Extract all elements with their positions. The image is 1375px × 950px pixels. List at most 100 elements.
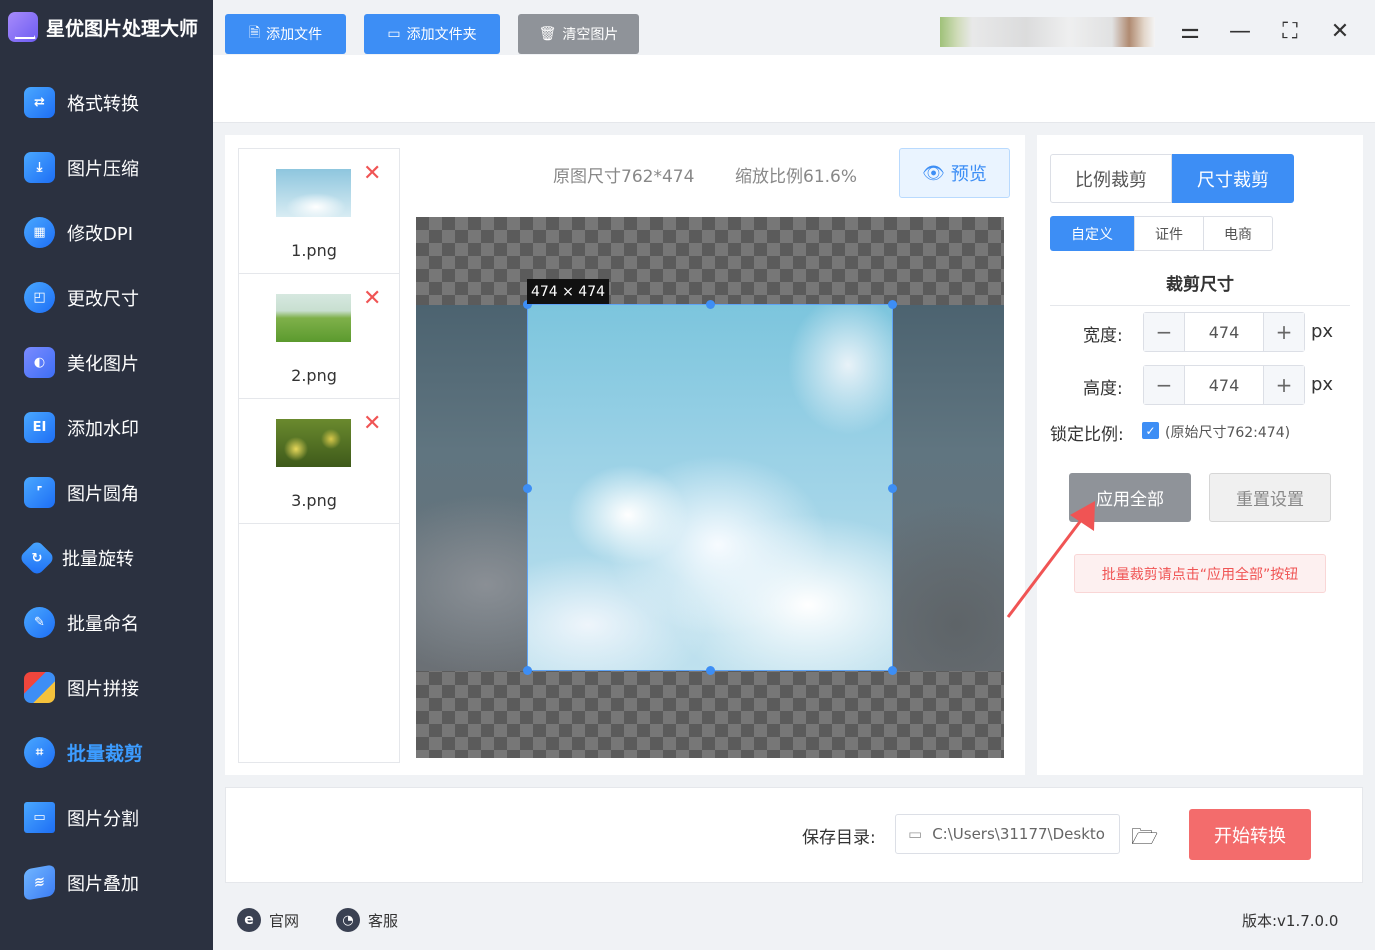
- tab-size-crop[interactable]: 尺寸裁剪: [1172, 154, 1294, 203]
- width-unit: px: [1311, 321, 1334, 342]
- website-label: 官网: [269, 911, 300, 930]
- crop-size-badge: 474 × 474: [527, 279, 609, 304]
- crop-handle[interactable]: [888, 484, 897, 493]
- beautify-icon: ◐: [24, 347, 55, 378]
- browser-icon: e: [237, 908, 261, 932]
- height-label: 高度:: [1083, 379, 1123, 399]
- subtab-custom[interactable]: 自定义: [1050, 216, 1134, 251]
- height-input[interactable]: 474: [1184, 366, 1264, 404]
- sidebar-item-compress[interactable]: ⤓ 图片压缩: [0, 135, 213, 200]
- crop-icon: ⌗: [24, 737, 55, 768]
- start-convert-button[interactable]: 开始转换: [1189, 809, 1311, 860]
- round-corner-icon: ⌜: [24, 477, 55, 508]
- crop-handle[interactable]: [888, 300, 897, 309]
- resize-icon: ◰: [24, 282, 55, 313]
- compress-icon: ⤓: [24, 152, 55, 183]
- sidebar-item-puzzle[interactable]: 图片拼接: [0, 655, 213, 720]
- sidebar-item-label: 批量裁剪: [67, 743, 144, 765]
- sidebar-item-watermark[interactable]: EI 添加水印: [0, 395, 213, 460]
- sidebar-item-split[interactable]: ▭ 图片分割: [0, 785, 213, 850]
- thumbnail: [276, 294, 351, 342]
- list-item[interactable]: ✕ 2.png: [239, 274, 399, 399]
- split-icon: ▭: [24, 802, 55, 833]
- maximize-icon[interactable]: ⛶: [1277, 18, 1303, 44]
- lock-ratio-checkbox[interactable]: ✓: [1142, 422, 1159, 439]
- user-avatar[interactable]: [940, 17, 1155, 47]
- sidebar-item-layers[interactable]: ≋ 图片叠加: [0, 850, 213, 915]
- list-item[interactable]: ✕ 1.png: [239, 149, 399, 274]
- sidebar-item-rotate[interactable]: ↻ 批量旋转: [0, 525, 213, 590]
- save-dir-label: 保存目录:: [802, 828, 876, 848]
- height-stepper[interactable]: − 474 +: [1143, 365, 1305, 405]
- width-input[interactable]: 474: [1184, 313, 1264, 351]
- width-label: 宽度:: [1083, 326, 1123, 346]
- crop-handle[interactable]: [523, 666, 532, 675]
- open-folder-icon[interactable]: 🗁: [1131, 820, 1158, 858]
- subtab-ecommerce[interactable]: 电商: [1203, 216, 1273, 251]
- sidebar-item-beautify[interactable]: ◐ 美化图片: [0, 330, 213, 395]
- zoom-ratio: 缩放比例61.6%: [735, 167, 858, 187]
- tab-ratio-crop[interactable]: 比例裁剪: [1050, 154, 1172, 203]
- hint-message: 批量裁剪请点击“应用全部”按钮: [1074, 554, 1326, 593]
- preview-button[interactable]: 👁 预览: [899, 148, 1010, 198]
- sidebar-item-resize[interactable]: ◰ 更改尺寸: [0, 265, 213, 330]
- settings-sliders-icon[interactable]: ⚌: [1177, 18, 1203, 44]
- original-size: 原图尺寸762*474: [553, 167, 695, 187]
- sidebar-nav: ⇄ 格式转换 ⤓ 图片压缩 ▦ 修改DPI ◰ 更改尺寸 ◐ 美化图片 EI 添加水印 ⌜ 图…: [0, 70, 213, 915]
- eye-icon: 👁: [922, 162, 945, 184]
- add-file-button[interactable]: 🗎 添加文件: [225, 14, 346, 54]
- rotate-icon: ↻: [18, 539, 56, 576]
- add-folder-button[interactable]: ▭ 添加文件夹: [364, 14, 500, 54]
- width-stepper[interactable]: − 474 +: [1143, 312, 1305, 352]
- close-icon[interactable]: ✕: [1327, 18, 1353, 44]
- sidebar-item-label: 图片分割: [67, 808, 139, 830]
- website-link[interactable]: e 官网: [237, 908, 299, 932]
- sidebar-item-label: 修改DPI: [67, 223, 134, 245]
- save-dir-input[interactable]: ▭ C:\Users\31177\Deskto: [895, 814, 1120, 854]
- delete-icon[interactable]: ✕: [363, 288, 381, 310]
- crop-handle[interactable]: [888, 666, 897, 675]
- sidebar-item-label: 更改尺寸: [67, 288, 139, 310]
- crop-handle[interactable]: [706, 666, 715, 675]
- crop-handle[interactable]: [523, 484, 532, 493]
- sidebar-item-label: 批量旋转: [62, 548, 134, 570]
- support-link[interactable]: ◔ 客服: [336, 908, 398, 932]
- clear-images-label: 清空图片: [562, 27, 619, 43]
- clear-images-button[interactable]: 🗑 清空图片: [518, 14, 639, 54]
- thumbnail: [276, 169, 351, 217]
- trash-icon: 🗑: [538, 26, 557, 42]
- save-dir-path: C:\Users\31177\Deskto: [932, 825, 1105, 843]
- file-name: 3.png: [291, 491, 337, 510]
- app-logo-icon: [8, 12, 38, 42]
- list-item[interactable]: ✕ 3.png: [239, 399, 399, 524]
- subtab-id-photo[interactable]: 证件: [1134, 216, 1204, 251]
- app-title: 星优图片处理大师: [46, 17, 199, 40]
- crop-box[interactable]: [527, 304, 893, 671]
- width-increase-button[interactable]: +: [1264, 313, 1304, 351]
- crop-handle[interactable]: [706, 300, 715, 309]
- height-decrease-button[interactable]: −: [1144, 366, 1184, 404]
- height-unit: px: [1311, 374, 1334, 395]
- sidebar-item-dpi[interactable]: ▦ 修改DPI: [0, 200, 213, 265]
- dpi-icon: ▦: [24, 217, 55, 248]
- minimize-icon[interactable]: —: [1227, 18, 1253, 44]
- chat-icon: ◔: [336, 908, 360, 932]
- layers-icon: ≋: [24, 864, 55, 901]
- width-decrease-button[interactable]: −: [1144, 313, 1184, 351]
- sidebar-item-rename[interactable]: ✎ 批量命名: [0, 590, 213, 655]
- file-name: 1.png: [291, 241, 337, 260]
- reset-settings-button[interactable]: 重置设置: [1209, 473, 1331, 522]
- delete-icon[interactable]: ✕: [363, 163, 381, 185]
- sidebar-item-label: 图片圆角: [67, 483, 139, 505]
- height-increase-button[interactable]: +: [1264, 366, 1304, 404]
- support-label: 客服: [368, 911, 399, 930]
- delete-icon[interactable]: ✕: [363, 413, 381, 435]
- sidebar-item-round-corner[interactable]: ⌜ 图片圆角: [0, 460, 213, 525]
- lock-ratio-label: 锁定比例:: [1050, 425, 1124, 445]
- sidebar-item-label: 添加水印: [67, 418, 139, 440]
- sidebar-item-label: 格式转换: [67, 93, 139, 115]
- rename-icon: ✎: [24, 607, 55, 638]
- sidebar-item-crop[interactable]: ⌗ 批量裁剪: [0, 720, 213, 785]
- file-icon: 🗎: [248, 25, 261, 41]
- sidebar-item-format[interactable]: ⇄ 格式转换: [0, 70, 213, 135]
